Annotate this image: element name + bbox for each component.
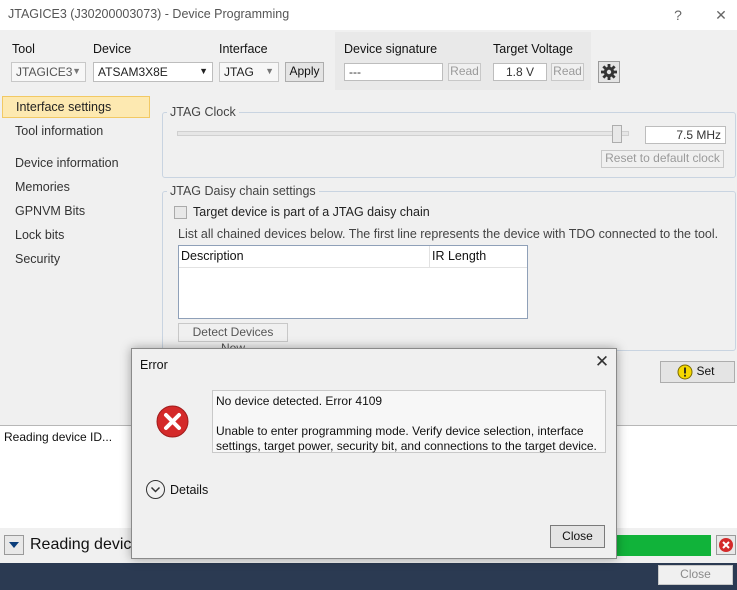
- expand-log-button[interactable]: [4, 535, 24, 555]
- dropdown-arrow-icon: ▼: [199, 66, 208, 76]
- interface-select[interactable]: JTAG ▼: [219, 62, 279, 82]
- error-dialog: Error ✕ No device detected. Error 4109 U…: [131, 348, 617, 559]
- settings-button[interactable]: [598, 61, 620, 83]
- device-select[interactable]: ATSAM3X8E ▼: [93, 62, 213, 82]
- voltage-field: 1.8 V: [493, 63, 547, 81]
- set-button[interactable]: Set: [660, 361, 735, 383]
- sidebar-item-gpnvm-bits[interactable]: GPNVM Bits: [2, 201, 150, 223]
- interface-label: Interface: [219, 42, 268, 56]
- reset-clock-button[interactable]: Reset to default clock: [601, 150, 724, 168]
- tool-select[interactable]: JTAGICE3 ▼: [11, 62, 86, 82]
- column-header-ir-length-label: IR Length: [432, 249, 487, 263]
- voltage-label: Target Voltage: [493, 42, 573, 56]
- column-header-description-label: Description: [181, 249, 244, 263]
- window-title: JTAGICE3 (J30200003073) - Device Program…: [8, 7, 290, 21]
- status-text: Reading device: [30, 536, 141, 553]
- column-header-description[interactable]: Description: [179, 246, 430, 268]
- daisy-chain-table[interactable]: Description IR Length: [178, 245, 528, 319]
- expand-chevron-icon: [150, 486, 161, 493]
- dialog-message-title: No device detected. Error 4109: [216, 394, 383, 408]
- set-button-label: Set: [696, 364, 715, 378]
- voltage-read-button[interactable]: Read: [551, 63, 584, 81]
- toolbar: Tool JTAGICE3 ▼ Device ATSAM3X8E ▼ Inter…: [0, 30, 737, 92]
- interface-select-value: JTAG: [224, 65, 254, 79]
- detect-devices-button[interactable]: Detect Devices Now: [178, 323, 288, 355]
- tool-select-value: JTAGICE3: [16, 65, 73, 79]
- progress-bar: [617, 535, 711, 556]
- daisy-chain-checkbox-label[interactable]: Target device is part of a JTAG daisy ch…: [193, 205, 430, 219]
- window-close-button[interactable]: ✕: [709, 4, 733, 26]
- jtag-clock-group: [162, 112, 736, 178]
- daisy-chain-checkbox[interactable]: [174, 206, 187, 219]
- jtag-clock-slider-track[interactable]: [177, 131, 629, 136]
- column-header-ir-length[interactable]: IR Length: [430, 246, 527, 268]
- warning-icon: [677, 364, 693, 380]
- dropdown-arrow-icon: ▼: [72, 66, 81, 76]
- dialog-message-box: No device detected. Error 4109 Unable to…: [212, 390, 606, 453]
- dialog-title: Error: [140, 358, 168, 372]
- dialog-close-x-button[interactable]: ✕: [592, 352, 612, 372]
- sidebar-item-device-information[interactable]: Device information: [2, 153, 150, 175]
- sidebar-item-lock-bits[interactable]: Lock bits: [2, 225, 150, 247]
- sidebar-item-interface-settings[interactable]: Interface settings: [2, 96, 150, 118]
- log-line: Reading device ID...: [4, 430, 113, 444]
- bottom-close-button[interactable]: Close: [658, 565, 733, 585]
- signature-field: ---: [344, 63, 443, 81]
- signature-read-button[interactable]: Read: [448, 63, 481, 81]
- signature-label: Device signature: [344, 42, 438, 56]
- jtag-clock-value-field[interactable]: 7.5 MHz: [645, 126, 726, 144]
- cancel-button[interactable]: [716, 535, 736, 555]
- help-button[interactable]: ?: [666, 4, 690, 26]
- dialog-close-button[interactable]: Close: [550, 525, 605, 548]
- details-toggle-button[interactable]: [146, 480, 165, 499]
- gear-icon: [601, 64, 617, 80]
- daisy-chain-hint: List all chained devices below. The firs…: [178, 227, 719, 241]
- details-label[interactable]: Details: [170, 483, 208, 497]
- sidebar-item-security[interactable]: Security: [2, 249, 150, 271]
- dropdown-arrow-icon: ▼: [265, 66, 274, 76]
- title-bar: JTAGICE3 (J30200003073) - Device Program…: [0, 0, 737, 30]
- signature-panel: [335, 32, 591, 90]
- tool-label: Tool: [12, 42, 35, 56]
- sidebar-item-tool-information[interactable]: Tool information: [2, 121, 150, 143]
- chevron-down-icon: [9, 542, 19, 548]
- device-label: Device: [93, 42, 132, 56]
- jtag-clock-title: JTAG Clock: [167, 105, 239, 119]
- error-icon: [156, 405, 189, 438]
- device-select-value: ATSAM3X8E: [98, 65, 168, 79]
- cancel-icon: [719, 538, 733, 552]
- sidebar-item-memories[interactable]: Memories: [2, 177, 150, 199]
- daisy-chain-title: JTAG Daisy chain settings: [167, 184, 319, 198]
- bottom-bar: Close: [0, 563, 737, 590]
- jtag-clock-slider-thumb[interactable]: [612, 125, 623, 143]
- apply-button[interactable]: Apply: [285, 62, 324, 82]
- dialog-message-body: Unable to enter programming mode. Verify…: [216, 424, 597, 453]
